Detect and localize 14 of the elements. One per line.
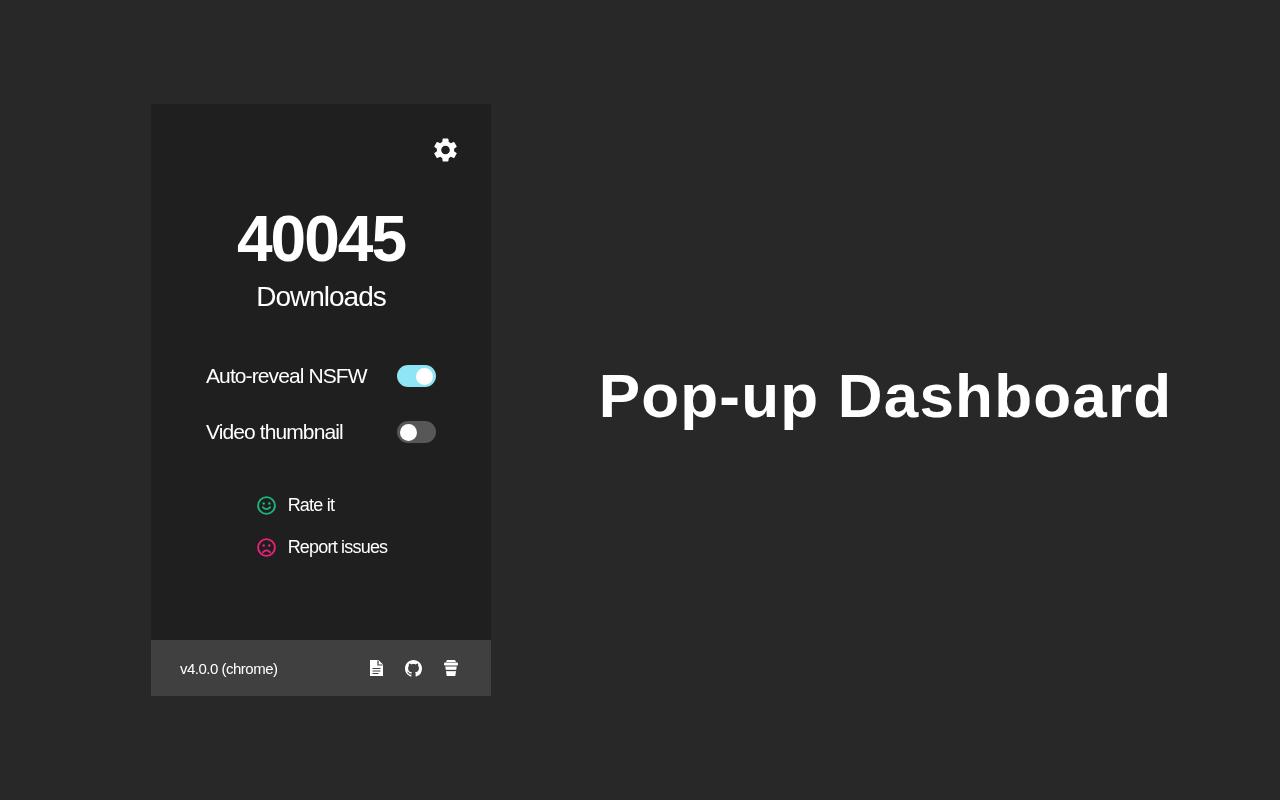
version-label: v4.0.0 (chrome) xyxy=(180,659,278,677)
caption-title: Pop-up Dashboard xyxy=(598,359,1173,431)
rate-link[interactable]: Rate it xyxy=(256,492,335,518)
document-icon[interactable] xyxy=(370,660,383,676)
github-icon[interactable] xyxy=(405,659,422,677)
toggle-label: Auto-reveal NSFW xyxy=(206,363,367,389)
toggle-switch[interactable] xyxy=(397,365,436,387)
downloads-label: Downloads xyxy=(256,280,386,314)
report-link[interactable]: Report issues xyxy=(256,534,388,560)
coffee-cup-icon[interactable] xyxy=(444,660,458,676)
download-count: 40045 xyxy=(237,204,405,274)
toggle-switch[interactable] xyxy=(397,421,436,443)
settings-icon[interactable] xyxy=(434,138,457,162)
toggle-label: Video thumbnail xyxy=(206,419,343,445)
